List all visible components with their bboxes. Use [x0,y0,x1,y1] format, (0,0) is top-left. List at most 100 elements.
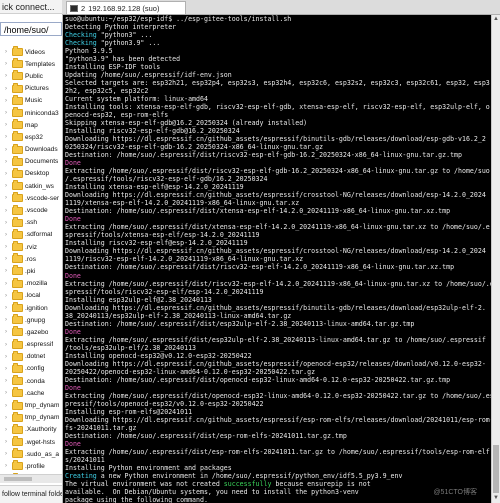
terminal-line: Checking "python3" ... [65,31,491,39]
folder-item[interactable]: › Downloads [0,143,62,156]
terminal-vertical-scrollbar[interactable]: ▲ ▼ [491,15,500,503]
folder-name: .wget-hsts [25,438,56,446]
expand-arrow-icon[interactable]: › [0,293,12,299]
folder-icon [12,277,23,288]
folder-item[interactable]: › Documents [0,155,62,168]
folder-item[interactable]: › .cache [0,387,62,399]
folder-item[interactable]: › Templates [0,58,62,70]
folder-item[interactable]: › tmp_dynam [0,411,62,424]
folder-name: Documents [25,158,59,166]
folder-item[interactable]: › tmp_dynam [0,399,62,411]
folder-item[interactable]: › .gazebo [0,326,62,338]
folder-item[interactable]: › .ssh [0,216,62,229]
folder-item[interactable]: › .ros [0,253,62,265]
expand-arrow-icon[interactable]: › [0,49,12,55]
expand-arrow-icon[interactable]: › [0,244,12,250]
expand-arrow-icon[interactable]: › [0,171,12,177]
path-input[interactable]: /home/suo/ [0,22,62,36]
folder-item[interactable]: › .ignition [0,302,62,314]
folder-item[interactable]: › .profile [0,460,62,472]
expand-arrow-icon[interactable]: › [0,268,12,274]
expand-arrow-icon[interactable]: › [0,122,12,128]
folder-item[interactable]: › .sdformat [0,228,62,241]
folder-icon [12,253,23,264]
expand-arrow-icon[interactable]: › [0,451,12,457]
folder-item[interactable]: › .gnupg [0,314,62,326]
expand-arrow-icon[interactable]: › [0,427,12,433]
folder-item[interactable]: › .espressif [0,338,62,351]
expand-arrow-icon[interactable]: › [0,342,12,348]
folder-item[interactable]: › .pki [0,265,62,277]
scroll-down-arrow-icon[interactable]: ▼ [492,494,500,503]
expand-arrow-icon[interactable]: › [0,415,12,421]
expand-arrow-icon[interactable]: › [0,232,12,238]
terminal-line: Python 3.9.5 [65,47,491,55]
expand-arrow-icon[interactable]: › [0,256,12,262]
folder-item[interactable]: › .mozilla [0,277,62,290]
folder-item[interactable]: › .vscode-ser [0,192,62,204]
expand-arrow-icon[interactable]: › [0,366,12,372]
folder-item[interactable]: › .wget-hsts [0,436,62,448]
scroll-up-arrow-icon[interactable]: ▲ [492,15,500,24]
folder-icon [12,289,23,300]
expand-arrow-icon[interactable]: › [0,329,12,335]
expand-arrow-icon[interactable]: › [0,354,12,360]
folder-name: .config [25,365,45,373]
terminal-line: 2h2, esp32c5, esp32c2 [65,87,491,95]
expand-arrow-icon[interactable]: › [0,183,12,189]
expand-arrow-icon[interactable]: › [0,317,12,323]
expand-arrow-icon[interactable]: › [0,195,12,201]
folder-item[interactable]: › .dotnet [0,350,62,363]
terminal-line: Installing openocd-esp32@v0.12.0-esp32-2… [65,352,491,360]
folder-item[interactable]: › .Xauthority [0,423,62,436]
quick-connect-bar[interactable]: ick connect... [0,0,62,14]
folder-item[interactable]: › Pictures [0,82,62,95]
folder-item[interactable]: › Desktop [0,167,62,180]
expand-arrow-icon[interactable]: › [0,86,12,92]
terminal-text: s/20241011 [65,455,105,464]
expand-arrow-icon[interactable]: › [0,220,12,226]
terminal-line: Done [65,159,491,167]
expand-arrow-icon[interactable]: › [0,208,12,214]
folder-item[interactable]: › Videos [0,46,62,58]
expand-arrow-icon[interactable]: › [0,61,12,67]
file-manager-panel: ick connect... /home/suo/ › Videos › Templa… [0,0,63,503]
expand-arrow-icon[interactable]: › [0,134,12,140]
expand-arrow-icon[interactable]: › [0,305,12,311]
expand-arrow-icon[interactable]: › [0,403,12,409]
folder-item[interactable]: › Music [0,94,62,107]
expand-arrow-icon[interactable]: › [0,110,12,116]
terminal-text: Done [65,327,81,336]
folder-item[interactable]: › .sudo_as_a [0,448,62,460]
horizontal-scrollbar[interactable] [0,474,62,483]
follow-terminal-folder-checkbox[interactable]: follow terminal folder [0,485,62,503]
terminal-line: /tools/esp32ulp-elf/2.38_20240113 [65,344,491,352]
folder-item[interactable]: › .config [0,362,62,375]
folder-item[interactable]: › .conda [0,375,62,387]
terminal-line: Installing ESP-IDF tools [65,63,491,71]
folder-item[interactable]: › map [0,119,62,131]
folder-item[interactable]: › .rviz [0,241,62,253]
terminal-text: Destination: /home/suo/.espressif/dist/x… [65,207,451,216]
expand-arrow-icon[interactable]: › [0,390,12,396]
expand-arrow-icon[interactable]: › [0,463,12,469]
terminal-output[interactable]: suo@ubuntu:~/esp32/esp-idf$ ../esp-gitee… [63,15,491,503]
scrollbar-thumb[interactable] [4,477,32,481]
folder-item[interactable]: › Public [0,70,62,82]
terminal-text: Installing riscv32-esp-elf@esp-14.2.0_20… [65,239,248,248]
folder-item[interactable]: › miniconda3 [0,107,62,119]
terminal-text: Destination: /home/suo/.espressif/dist/r… [65,263,455,272]
folder-item[interactable]: › .vscode [0,204,62,216]
expand-arrow-icon[interactable]: › [0,147,12,153]
expand-arrow-icon[interactable]: › [0,378,12,384]
session-tab[interactable]: 2 192.168.92.128 (suo) [66,1,186,14]
expand-arrow-icon[interactable]: › [0,439,12,445]
folder-item[interactable]: › esp32 [0,131,62,143]
expand-arrow-icon[interactable]: › [0,281,12,287]
folder-item[interactable]: › .local [0,289,62,302]
expand-arrow-icon[interactable]: › [0,73,12,79]
expand-arrow-icon[interactable]: › [0,98,12,104]
scrollbar-thumb[interactable] [493,445,499,493]
folder-item[interactable]: › catkin_ws [0,180,62,192]
expand-arrow-icon[interactable]: › [0,159,12,165]
